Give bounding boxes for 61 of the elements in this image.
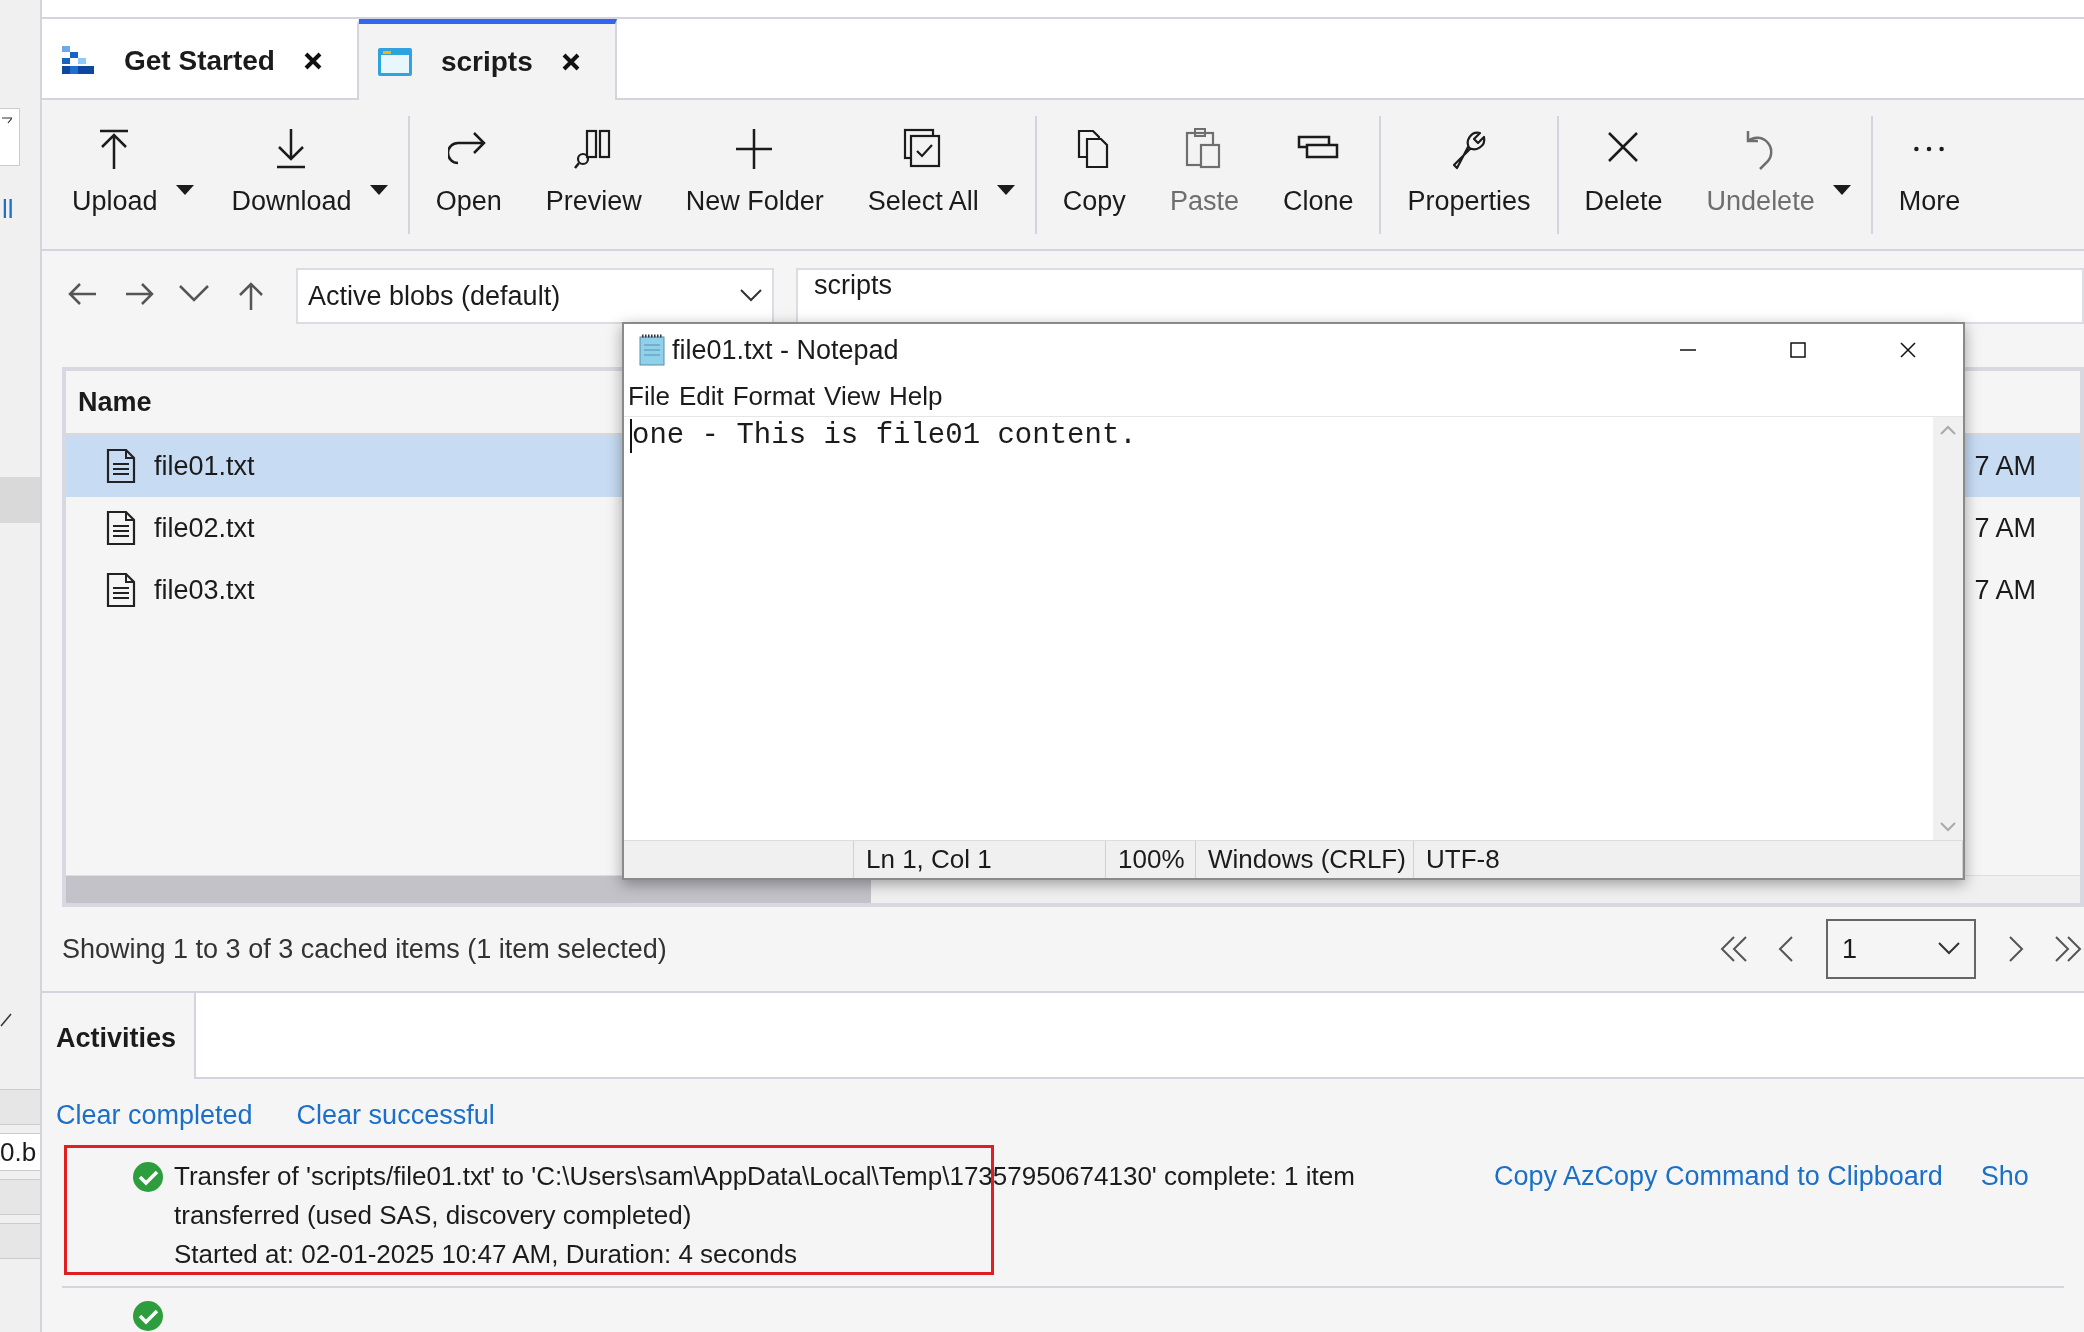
column-header[interactable]: Name bbox=[78, 381, 152, 423]
toolbar-button[interactable]: Select All bbox=[857, 123, 989, 226]
link[interactable]: Clear completed bbox=[56, 1095, 253, 1145]
toolbar-button[interactable]: Upload bbox=[62, 123, 168, 226]
link[interactable]: Sho bbox=[1980, 1157, 2029, 1274]
filter-field[interactable] bbox=[0, 108, 20, 166]
chevron-down-icon bbox=[740, 289, 762, 303]
toolbar-button[interactable]: Open bbox=[425, 123, 512, 226]
scrollbar-thumb[interactable] bbox=[66, 876, 871, 903]
status-cell: Windows (CRLF) bbox=[1196, 841, 1414, 878]
success-check-icon bbox=[132, 1161, 164, 1193]
toolbar-button[interactable]: New Folder bbox=[675, 123, 834, 226]
toolbar-button[interactable]: Download bbox=[221, 123, 362, 226]
caret-icon bbox=[1832, 184, 1851, 195]
page-select[interactable]: 1 bbox=[1826, 919, 1976, 979]
toolbar-button[interactable]: Copy bbox=[1052, 123, 1136, 226]
close-icon bbox=[1898, 340, 1918, 360]
menu-item[interactable]: Help bbox=[888, 383, 943, 409]
toolbar-button[interactable]: Clone bbox=[1272, 123, 1364, 226]
first-page-button[interactable] bbox=[1718, 935, 1750, 963]
menu-item[interactable]: Edit bbox=[678, 383, 724, 409]
chevron-up-icon bbox=[1940, 425, 1956, 435]
window-title: file01.txt - Notepad bbox=[672, 333, 899, 367]
toolbar-button[interactable]: More bbox=[1888, 123, 1971, 226]
view-select[interactable]: Active blobs (default) bbox=[296, 268, 774, 324]
activity-detail: Started at: 02-01-2025 10:47 AM, Duration: 4 seconds bbox=[174, 1238, 798, 1271]
close-icon bbox=[560, 52, 581, 73]
vertical-scrollbar[interactable] bbox=[1933, 417, 1963, 840]
double-chevron-left-icon bbox=[1718, 935, 1750, 963]
document-text: one - This is file01 content. bbox=[630, 419, 1137, 453]
chevron-down-icon bbox=[1938, 942, 1960, 956]
status-cell: 100% bbox=[1106, 841, 1196, 878]
toolbar-button[interactable]: Preview bbox=[535, 123, 652, 226]
item-fragment: 0.b bbox=[0, 1133, 40, 1171]
document-icon bbox=[106, 448, 136, 484]
tab[interactable]: Activities bbox=[42, 993, 196, 1079]
status-cell: UTF-8 bbox=[1414, 841, 1963, 878]
double-chevron-right-icon bbox=[2052, 935, 2084, 963]
close-icon bbox=[302, 51, 323, 72]
minimize-icon bbox=[1678, 348, 1698, 352]
link[interactable]: Copy AzCopy Command to Clipboard bbox=[1494, 1157, 1943, 1274]
menu-item[interactable]: View bbox=[824, 383, 880, 409]
document-icon bbox=[106, 572, 136, 608]
menu-item[interactable]: File bbox=[628, 383, 670, 409]
chevron-down-icon bbox=[1940, 822, 1956, 832]
menu-item[interactable]: Format bbox=[732, 383, 816, 409]
status-text: Showing 1 to 3 of 3 cached items (1 item selected) bbox=[62, 932, 667, 966]
last-page-button[interactable] bbox=[2052, 935, 2084, 963]
document-icon bbox=[106, 510, 136, 546]
link[interactable]: Clear successful bbox=[296, 1095, 495, 1145]
path-field[interactable]: scripts bbox=[796, 268, 2084, 324]
maximize-icon bbox=[1788, 340, 1808, 360]
caret-icon bbox=[369, 184, 388, 195]
link-fragment[interactable]: ll bbox=[0, 196, 14, 222]
caret-icon bbox=[996, 184, 1015, 195]
toolbar-button[interactable]: Properties bbox=[1397, 123, 1541, 226]
toolbar-button[interactable]: Delete bbox=[1574, 123, 1673, 226]
notepad-icon bbox=[636, 333, 668, 367]
tab[interactable]: scripts bbox=[358, 18, 617, 101]
status-cell: Ln 1, Col 1 bbox=[854, 841, 1106, 878]
caret-icon bbox=[175, 184, 194, 195]
